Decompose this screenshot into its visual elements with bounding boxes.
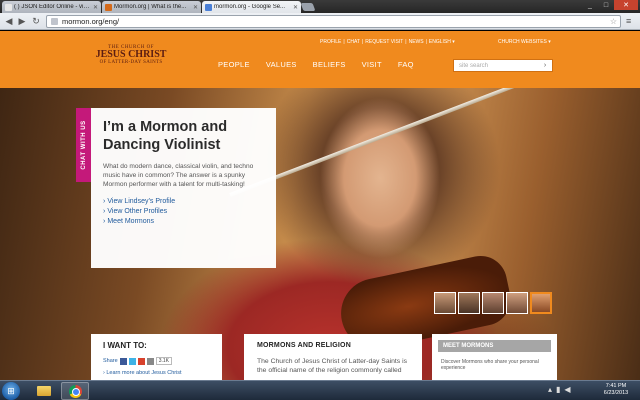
logo-line-3: OF LATTER-DAY SAINTS bbox=[99, 60, 163, 65]
profile-links: › View Lindsey’s Profile › View Other Prof… bbox=[103, 197, 264, 227]
twitter-icon[interactable] bbox=[128, 357, 136, 365]
new-tab-button[interactable] bbox=[300, 3, 316, 11]
close-tab-icon[interactable]: ✕ bbox=[193, 4, 198, 11]
search-submit-icon[interactable]: › bbox=[538, 60, 552, 71]
show-hidden-icons-icon[interactable]: ▴ bbox=[548, 385, 552, 394]
clock-date: 6/23/2013 bbox=[603, 390, 629, 396]
panel-text: The Church of Jesus Christ of Latter-day… bbox=[257, 358, 407, 374]
chrome-icon bbox=[68, 384, 82, 398]
system-tray: ▴ ▮ ◀ bbox=[548, 385, 571, 394]
learn-more-link[interactable]: › Learn more about Jesus Christ bbox=[103, 370, 210, 376]
util-link-news[interactable]: NEWS bbox=[409, 39, 424, 45]
link-label: View Lindsey’s Profile bbox=[107, 198, 176, 205]
address-url: mormon.org/eng/ bbox=[62, 17, 120, 26]
view-profile-link[interactable]: › View Lindsey’s Profile bbox=[103, 197, 264, 207]
share-label: Share bbox=[103, 358, 118, 364]
util-link-chat[interactable]: CHAT bbox=[347, 39, 360, 45]
chevron-right-icon: › bbox=[103, 218, 106, 225]
site-search-input[interactable]: site search › bbox=[453, 59, 553, 72]
start-button[interactable]: ⊞ bbox=[2, 382, 20, 400]
nav-people[interactable]: PEOPLE bbox=[218, 60, 250, 69]
profile-thumbnails bbox=[434, 292, 552, 314]
i-want-to-panel: I WANT TO: Share 3.1K › Learn more about… bbox=[91, 334, 222, 380]
browser-tab-strip: ( ) JSON Editor Online - view... ✕ Mormo… bbox=[0, 0, 640, 13]
nav-beliefs[interactable]: BELIEFS bbox=[313, 60, 346, 69]
profile-thumbnail[interactable] bbox=[482, 292, 504, 314]
nav-values[interactable]: VALUES bbox=[266, 60, 297, 69]
wrench-menu-icon[interactable]: ≡ bbox=[626, 16, 631, 26]
explorer-taskbar-button[interactable] bbox=[30, 382, 58, 400]
nav-visit[interactable]: VISIT bbox=[362, 60, 382, 69]
volume-icon[interactable]: ◀ bbox=[564, 385, 570, 394]
minimize-button[interactable]: _ bbox=[582, 0, 598, 10]
facebook-icon[interactable] bbox=[119, 357, 127, 365]
tab-favicon bbox=[105, 3, 112, 11]
chat-with-us-tab[interactable]: CHAT WITH US bbox=[76, 108, 91, 182]
profile-title: I’m a Mormon and Dancing Violinist bbox=[103, 119, 228, 153]
network-icon[interactable]: ▮ bbox=[556, 385, 560, 394]
link-label: View Other Profiles bbox=[107, 208, 168, 215]
profile-thumbnail[interactable] bbox=[458, 292, 480, 314]
violin-bow-image bbox=[229, 88, 623, 197]
mormons-and-religion-panel: MORMONS AND RELIGION The Church of Jesus… bbox=[244, 334, 422, 380]
back-icon[interactable]: ◀ bbox=[4, 16, 14, 26]
share-count: 3.1K bbox=[155, 357, 172, 365]
profile-description: What do modern dance, classical violin, … bbox=[103, 163, 254, 188]
panel-title: MORMONS AND RELIGION bbox=[257, 342, 351, 349]
language-selector[interactable]: ENGLISH ▾ bbox=[429, 39, 455, 45]
panel-text: Discover Mormons who share your personal… bbox=[441, 359, 539, 371]
chrome-taskbar-button[interactable] bbox=[61, 382, 89, 400]
taskbar-clock[interactable]: 7:41 PM 6/23/2013 bbox=[596, 383, 636, 397]
meet-mormons-link[interactable]: › Meet Mormons bbox=[103, 217, 264, 227]
reload-icon[interactable]: ↻ bbox=[31, 16, 41, 26]
email-icon[interactable] bbox=[146, 357, 154, 365]
panel-title[interactable]: MEET MORMONS bbox=[438, 340, 551, 352]
browser-toolbar: ◀ ▶ ↻ mormon.org/eng/ ☆ ≡ bbox=[0, 13, 640, 30]
util-link-request-visit[interactable]: REQUEST VISIT bbox=[365, 39, 403, 45]
logo-line-2: JESUS CHRIST bbox=[95, 49, 167, 60]
browser-tab-json-editor[interactable]: ( ) JSON Editor Online - view... ✕ bbox=[2, 1, 101, 13]
address-bar[interactable]: mormon.org/eng/ ☆ bbox=[46, 15, 621, 28]
profile-thumbnail[interactable] bbox=[506, 292, 528, 314]
nav-faq[interactable]: FAQ bbox=[398, 60, 414, 69]
clock-time: 7:41 PM bbox=[605, 383, 627, 389]
tab-favicon bbox=[5, 3, 12, 11]
windows-taskbar: ⊞ ▴ ▮ ◀ 7:41 PM 6/23/2013 bbox=[0, 380, 640, 400]
chevron-right-icon: › bbox=[103, 208, 106, 215]
search-placeholder: site search bbox=[459, 62, 489, 69]
chevron-right-icon: › bbox=[103, 198, 106, 205]
window-close-button[interactable]: ✕ bbox=[614, 0, 638, 10]
utility-links: PROFILE | CHAT | REQUEST VISIT | NEWS | ENGL… bbox=[320, 39, 455, 45]
profile-card: I’m a Mormon and Dancing Violinist What … bbox=[91, 108, 276, 268]
forward-icon[interactable]: ▶ bbox=[17, 16, 27, 26]
close-tab-icon[interactable]: ✕ bbox=[93, 4, 98, 11]
close-tab-icon[interactable]: ✕ bbox=[293, 4, 298, 11]
meet-mormons-panel: MEET MORMONS Discover Mormons who share … bbox=[432, 334, 557, 380]
tab-favicon bbox=[205, 3, 212, 11]
church-logo[interactable]: THE CHURCH OF JESUS CHRIST OF LATTER-DAY… bbox=[86, 45, 176, 65]
chat-tab-label: CHAT WITH US bbox=[80, 120, 87, 170]
profile-thumbnail-selected[interactable] bbox=[530, 292, 552, 314]
tab-label: ( ) JSON Editor Online - view... bbox=[14, 4, 91, 10]
tab-label: Mormon.org | What is the... bbox=[114, 4, 187, 10]
page-icon bbox=[51, 18, 58, 25]
view-other-profiles-link[interactable]: › View Other Profiles bbox=[103, 207, 264, 217]
church-websites-dropdown[interactable]: CHURCH WEBSITES ▾ bbox=[498, 39, 551, 45]
link-label: Meet Mormons bbox=[107, 218, 155, 225]
main-navigation: PEOPLE VALUES BELIEFS VISIT FAQ bbox=[218, 60, 414, 69]
browser-tab-mormon-org[interactable]: Mormon.org | What is the... ✕ bbox=[102, 1, 201, 13]
google-plus-icon[interactable] bbox=[137, 357, 145, 365]
profile-thumbnail[interactable] bbox=[434, 292, 456, 314]
util-link-profile[interactable]: PROFILE bbox=[320, 39, 341, 45]
browser-tab-google-search[interactable]: mormon.org - Google Se... ✕ bbox=[202, 1, 301, 13]
link-label: Learn more about Jesus Christ bbox=[106, 370, 182, 376]
folder-icon bbox=[37, 386, 51, 396]
bookmark-star-icon[interactable]: ☆ bbox=[610, 17, 617, 26]
panel-title: I WANT TO: bbox=[103, 341, 147, 350]
share-row: Share 3.1K bbox=[103, 357, 210, 365]
maximize-button[interactable]: □ bbox=[598, 0, 614, 10]
tab-label: mormon.org - Google Se... bbox=[214, 4, 286, 10]
